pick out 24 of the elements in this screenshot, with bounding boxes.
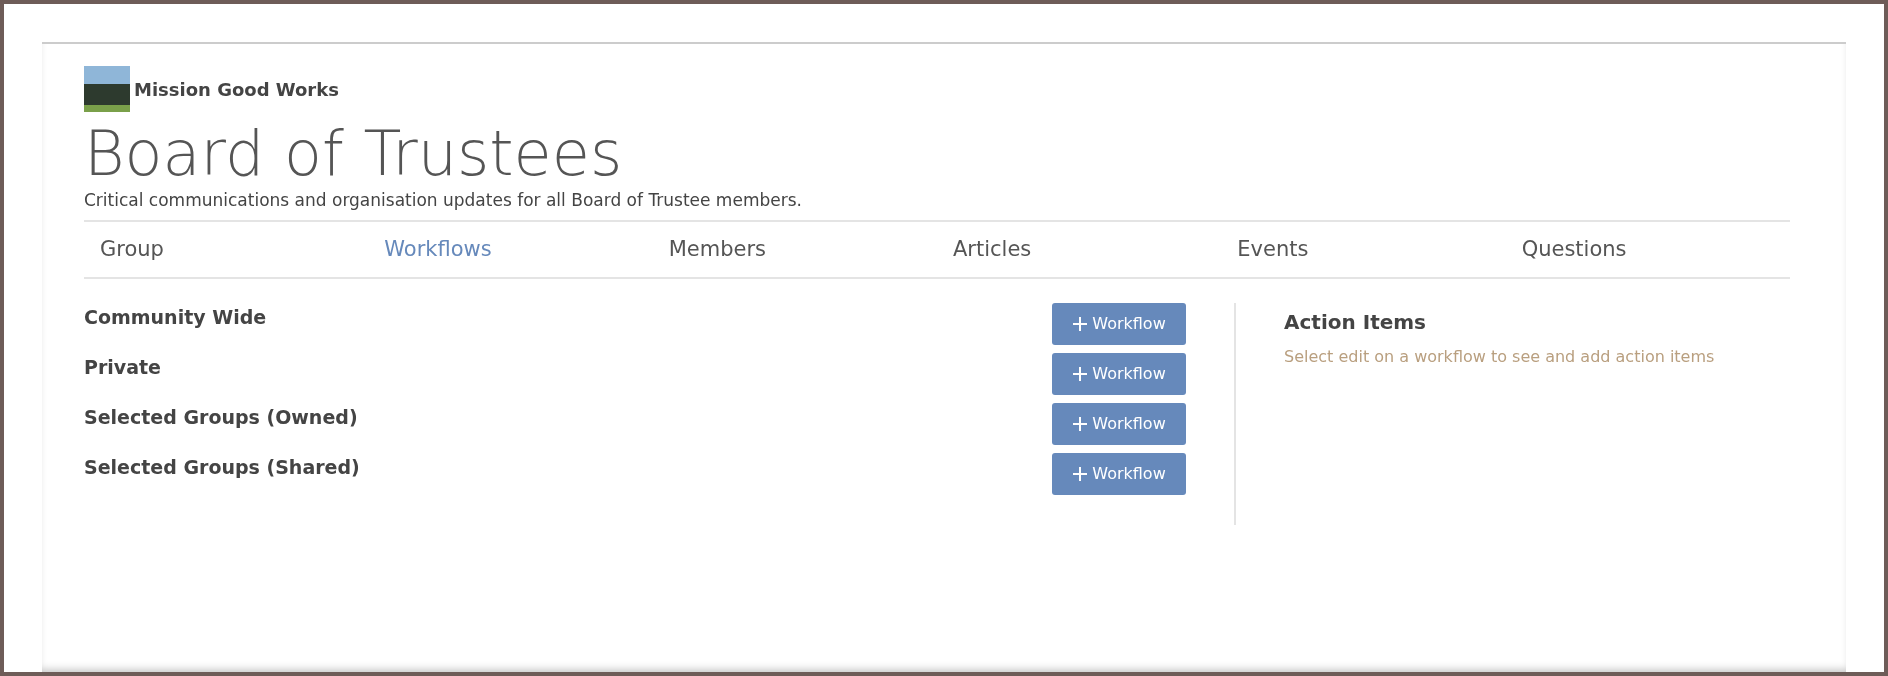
plus-icon <box>1072 316 1089 333</box>
tab[interactable]: Workflows <box>368 221 653 278</box>
section-label: Community Wide <box>84 305 267 331</box>
tab[interactable]: Events <box>1221 221 1506 278</box>
plus-icon <box>1072 416 1089 433</box>
section-label: Selected Groups (Owned) <box>84 405 358 431</box>
organisation-name: Mission Good Works <box>134 77 339 102</box>
tab[interactable]: Articles <box>937 221 1222 278</box>
plus-icon <box>1072 366 1089 383</box>
add-workflow-button[interactable]: Workflow <box>1052 353 1186 396</box>
tab[interactable]: Members <box>652 221 937 278</box>
page-subtitle: Critical communications and organisation updates for all Board of Trustee members. <box>84 189 803 213</box>
add-workflow-button[interactable]: Workflow <box>1052 403 1186 446</box>
photo-placeholder <box>84 66 130 112</box>
panel-title: Action Items <box>1284 309 1427 337</box>
page-title: Board of Trustees <box>84 120 624 189</box>
plus-icon <box>1072 466 1089 483</box>
hint-text: Select edit on a workflow to see and add action items <box>1284 346 1715 369</box>
section-label: Selected Groups (Shared) <box>84 455 360 481</box>
tab[interactable]: Questions <box>1505 221 1790 278</box>
tab[interactable]: Group <box>84 221 369 278</box>
section-label: Private <box>84 355 161 381</box>
add-workflow-button[interactable]: Workflow <box>1052 303 1186 346</box>
add-workflow-button[interactable]: Workflow <box>1052 453 1186 496</box>
